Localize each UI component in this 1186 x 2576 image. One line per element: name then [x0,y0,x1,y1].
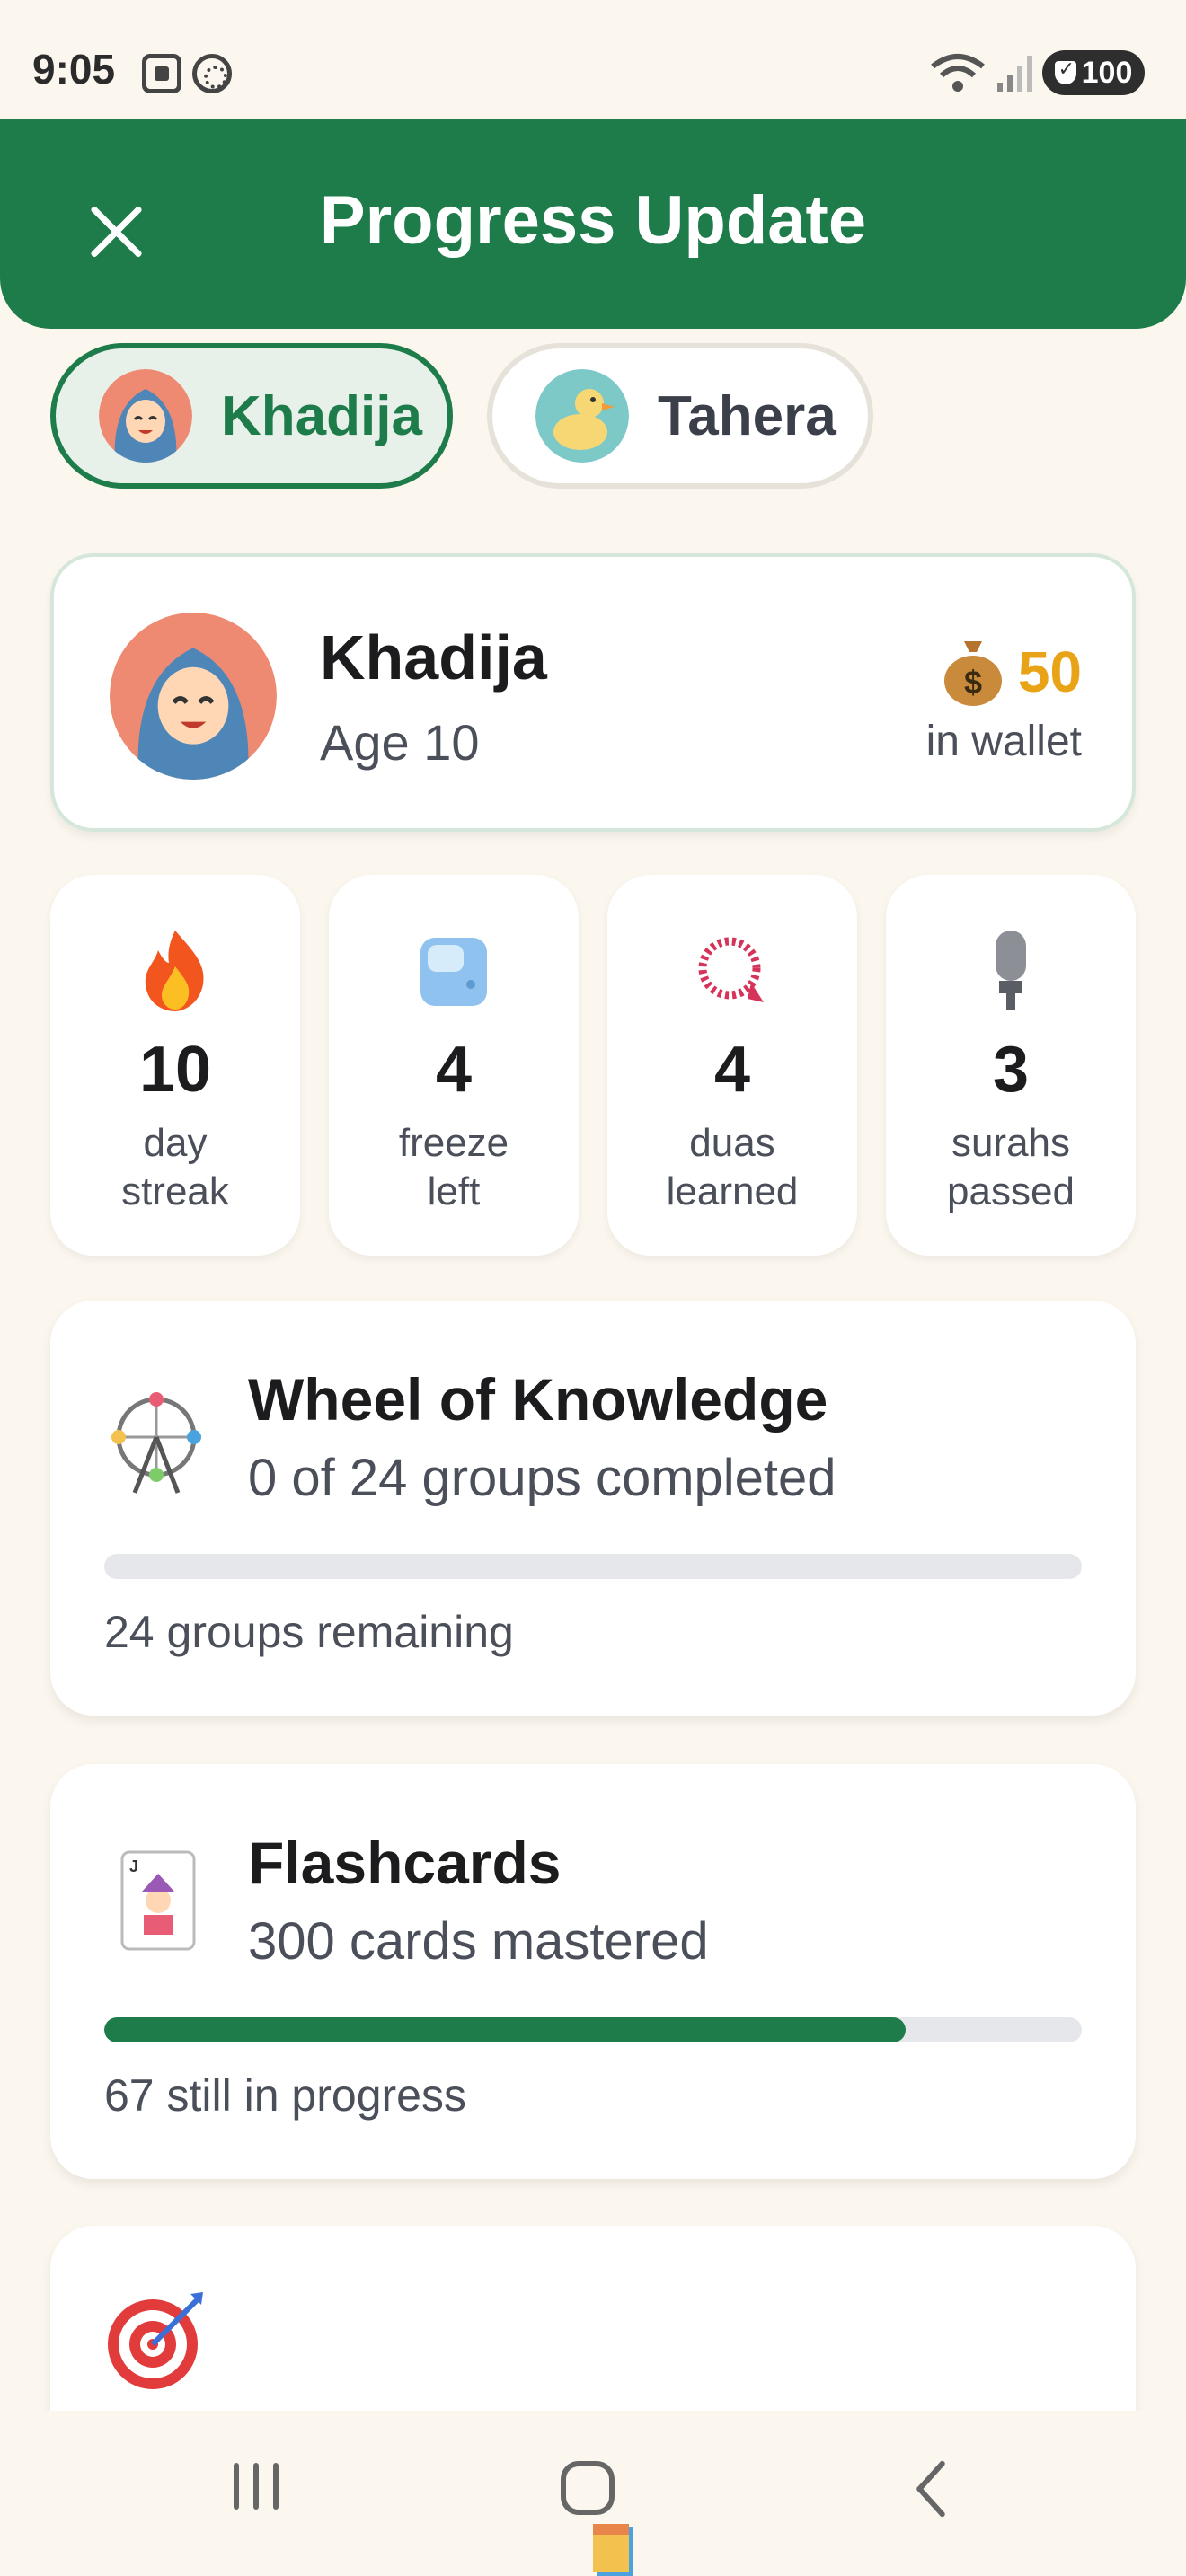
target-icon [108,2292,203,2389]
system-navigation-bar [0,2411,1186,2576]
stat-label: freeze left [398,1121,509,1213]
stat-day-streak: 10 day streak [50,875,300,1256]
stat-value: 4 [435,1034,473,1106]
stat-duas-learned: 4 duas learned [607,875,857,1256]
card-note: 24 groups remaining [104,1607,514,1657]
card-note: 67 still in progress [104,2070,466,2121]
wallet-amount: $ 50 [941,638,1082,706]
duck-avatar [535,369,629,463]
profile-card: Khadija Age 10 $ 50 in wallet [50,553,1136,832]
home-icon[interactable] [561,2461,615,2515]
stat-value: 3 [992,1034,1030,1106]
header-bar: Progress Update [0,119,1186,329]
stat-surahs-passed: 3 surahs passed [886,875,1136,1256]
stat-value: 10 [138,1034,212,1106]
tab-child-khadija[interactable]: Khadija [50,343,453,489]
tab-label: Tahera [658,384,836,447]
battery-indicator: 100 [1042,50,1145,95]
progress-bar [104,1554,1082,1579]
status-time: 9:05 [32,46,116,93]
notes-icon [593,2524,633,2576]
stat-label: day streak [121,1121,229,1213]
stat-freeze-left: 4 freeze left [329,875,579,1256]
ferris-wheel-icon [111,1392,201,1494]
joker-card-icon: J [120,1850,196,1951]
card-title: Flashcards [248,1830,562,1896]
signal-icon [997,56,1032,92]
tab-label: Khadija [221,384,422,447]
page-title: Progress Update [319,182,867,259]
shield-icon [1054,57,1076,84]
wallet-label: in wallet [925,718,1082,765]
progress-fill [104,2017,907,2042]
card-subtitle: 0 of 24 groups completed [248,1449,836,1507]
prayer-beads-icon [698,937,764,1002]
progress-bar [104,2017,1082,2042]
svg-text:$: $ [964,664,982,701]
money-bag-icon: $ [943,641,1002,706]
card-title: Wheel of Knowledge [248,1366,828,1433]
wallet-value: 50 [1017,640,1082,704]
status-bar: 9:05 100 [0,0,1186,119]
profile-age: Age 10 [320,714,480,771]
ice-cube-icon [420,938,487,1006]
tab-child-tahera[interactable]: Tahera [487,343,873,489]
recent-apps-icon[interactable] [232,2463,282,2513]
stat-label: surahs passed [947,1121,1075,1213]
back-icon[interactable] [898,2457,952,2515]
profile-name: Khadija [320,622,547,693]
wheel-of-knowledge-card[interactable]: Wheel of Knowledge 0 of 24 groups comple… [50,1301,1136,1716]
screenshot-icon [142,54,181,93]
hijab-girl-avatar [99,369,192,463]
stat-value: 4 [713,1034,751,1106]
fire-icon [145,931,204,1011]
microphone-icon [996,931,1026,1010]
vpn-icon [192,54,232,93]
wifi-icon [931,54,985,92]
battery-level: 100 [1081,55,1133,90]
flashcards-card[interactable]: J Flashcards 300 cards mastered 67 still… [50,1764,1136,2179]
hijab-girl-avatar [110,613,277,780]
card-subtitle: 300 cards mastered [248,1912,709,1971]
stat-label: duas learned [666,1121,799,1213]
svg-text:J: J [129,1857,138,1875]
